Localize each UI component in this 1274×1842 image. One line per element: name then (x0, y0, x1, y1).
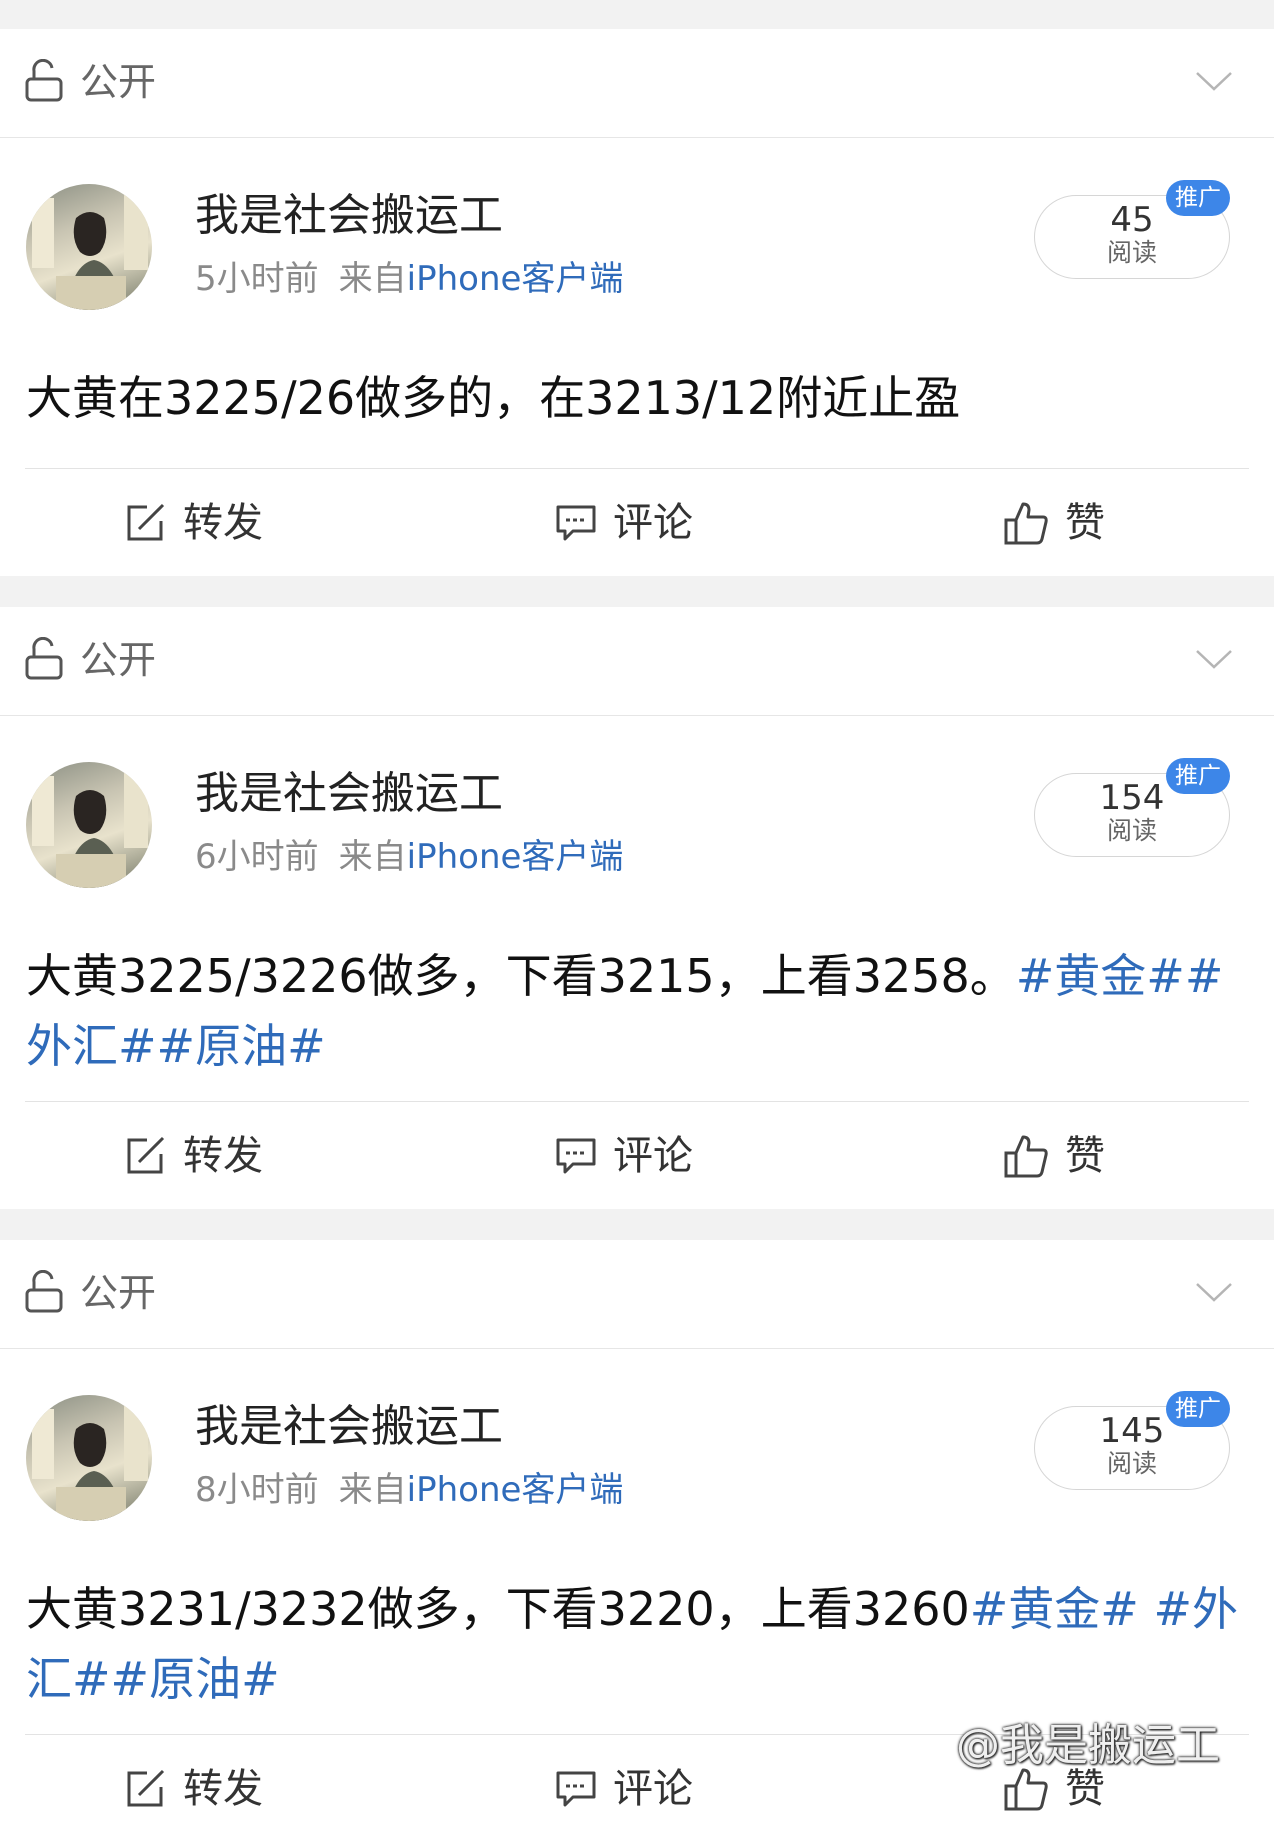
post-text: 大黄在3225/26做多的，在3213/12附近止盈 (0, 363, 1274, 468)
visibility-label: 公开 (80, 638, 157, 682)
avatar[interactable] (26, 1395, 152, 1521)
comment-label: 评论 (613, 1132, 693, 1179)
repost-button[interactable]: 转发 (125, 469, 263, 576)
post-time: 6小时前 (195, 837, 319, 877)
watermark: @我是搬运工 (956, 1720, 1220, 1771)
post-body: 大黄3225/3226做多，下看3215，上看3258。 (26, 949, 1016, 1003)
thumbs-up-icon (1004, 1135, 1048, 1177)
post-time: 8小时前 (195, 1470, 319, 1510)
post-body: 大黄在3225/26做多的，在3213/12附近止盈 (26, 371, 961, 425)
chevron-down-icon[interactable] (1194, 1276, 1234, 1306)
promo-badge[interactable]: 推广 (1166, 1391, 1230, 1427)
post-header: 我是社会搬运工 8小时前 来自iPhone客户端 145 阅读 推广 (0, 1349, 1274, 1574)
promo-badge[interactable]: 推广 (1166, 758, 1230, 794)
repost-icon (127, 1136, 165, 1173)
post-card: 公开 我是社会搬运工 6小时前 来自iPhone客户端 154 阅读 推广 大黄3… (0, 607, 1274, 1209)
thumbs-up-icon (1004, 502, 1048, 544)
promo-badge[interactable]: 推广 (1166, 180, 1230, 216)
comment-button[interactable]: 评论 (555, 1735, 693, 1842)
repost-label: 转发 (183, 499, 263, 546)
chevron-down-icon[interactable] (1194, 65, 1234, 95)
like-button[interactable]: 赞 (1003, 469, 1105, 576)
visibility-label: 公开 (80, 60, 157, 104)
post-meta: 6小时前 来自iPhone客户端 (195, 840, 623, 874)
post-text: 大黄3225/3226做多，下看3215，上看3258。#黄金##外汇##原油# (0, 941, 1274, 1101)
repost-label: 转发 (183, 1765, 263, 1812)
repost-label: 转发 (183, 1132, 263, 1179)
username[interactable]: 我是社会搬运工 (195, 772, 503, 816)
comment-icon (556, 1771, 596, 1806)
post-body: 大黄3231/3232做多，下看3220，上看3260 (26, 1582, 970, 1636)
post-header: 我是社会搬运工 5小时前 来自iPhone客户端 45 阅读 推广 (0, 138, 1274, 363)
via-label: 来自 (338, 259, 407, 299)
post-text: 大黄3231/3232做多，下看3220，上看3260#黄金# #外汇##原油# (0, 1574, 1274, 1734)
comment-label: 评论 (613, 499, 693, 546)
like-button[interactable]: 赞 (1003, 1102, 1105, 1209)
post-meta: 8小时前 来自iPhone客户端 (195, 1473, 623, 1507)
unlock-icon (25, 637, 63, 680)
reads-label: 阅读 (1106, 1449, 1157, 1478)
thumbs-up-icon (1004, 1768, 1048, 1810)
visibility-row[interactable]: 公开 (0, 29, 1274, 138)
post-time: 5小时前 (195, 259, 319, 299)
action-bar: 转发 评论 赞 (25, 468, 1249, 576)
repost-icon (127, 1769, 165, 1806)
via-label: 来自 (338, 837, 407, 877)
username[interactable]: 我是社会搬运工 (195, 194, 503, 238)
repost-button[interactable]: 转发 (125, 1102, 263, 1209)
post-card: 公开 我是社会搬运工 5小时前 来自iPhone客户端 45 阅读 推广 大黄在3… (0, 29, 1274, 576)
reads-label: 阅读 (1106, 816, 1157, 845)
visibility-row[interactable]: 公开 (0, 1240, 1274, 1349)
unlock-icon (25, 59, 63, 102)
reads-label: 阅读 (1106, 238, 1157, 267)
client-link[interactable]: iPhone客户端 (407, 259, 624, 299)
post-meta: 5小时前 来自iPhone客户端 (195, 262, 623, 296)
repost-icon (127, 503, 165, 540)
like-label: 赞 (1065, 499, 1105, 546)
comment-icon (556, 505, 596, 540)
like-label: 赞 (1065, 1132, 1105, 1179)
like-label: 赞 (1065, 1765, 1105, 1812)
avatar[interactable] (26, 762, 152, 888)
client-link[interactable]: iPhone客户端 (407, 1470, 624, 1510)
unlock-icon (25, 1270, 63, 1313)
repost-button[interactable]: 转发 (125, 1735, 263, 1842)
via-label: 来自 (338, 1470, 407, 1510)
username[interactable]: 我是社会搬运工 (195, 1405, 503, 1449)
comment-icon (556, 1138, 596, 1173)
client-link[interactable]: iPhone客户端 (407, 837, 624, 877)
visibility-row[interactable]: 公开 (0, 607, 1274, 716)
action-bar: 转发 评论 赞 (25, 1101, 1249, 1209)
post-header: 我是社会搬运工 6小时前 来自iPhone客户端 154 阅读 推广 (0, 716, 1274, 941)
comment-button[interactable]: 评论 (555, 469, 693, 576)
avatar[interactable] (26, 184, 152, 310)
comment-button[interactable]: 评论 (555, 1102, 693, 1209)
visibility-label: 公开 (80, 1271, 157, 1315)
comment-label: 评论 (613, 1765, 693, 1812)
chevron-down-icon[interactable] (1194, 643, 1234, 673)
